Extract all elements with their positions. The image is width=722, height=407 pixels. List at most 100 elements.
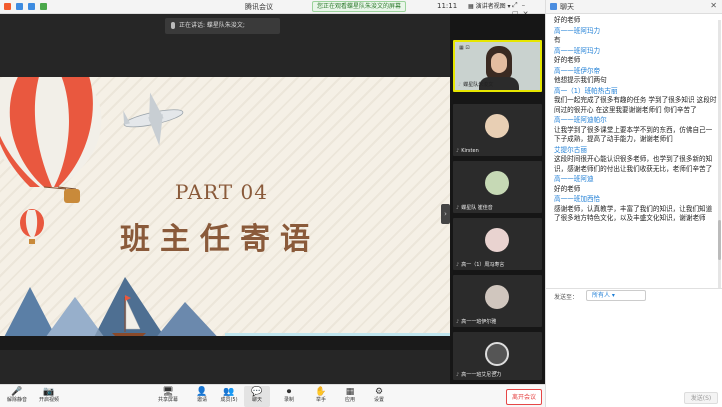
message-sender[interactable]: 高一（1）班帕热古丽 — [554, 87, 717, 97]
slide-title: 班主任寄语 — [120, 222, 320, 257]
meeting-toolbar: 🎤 解除静音 📷 开启视频 🖥 共享屏幕 👤 邀请 👥 成员(5) 💬 聊天 ⏺ 录制 ✋ 举手… — [0, 384, 545, 407]
screen-share-banner[interactable]: 您正在观看蝶星队朱浚文的屏幕 — [312, 1, 407, 12]
message-text: 好的老师 — [554, 56, 581, 64]
mountains-illustration — [0, 277, 225, 345]
chat-message: 好的老师 — [554, 16, 717, 26]
participant-name: 蝶星队朱浚文 — [458, 81, 493, 88]
chat-scrollbar-thumb[interactable] — [718, 220, 721, 260]
mic-icon — [171, 22, 175, 29]
participant-name: 蝶星队 崔佳音 — [456, 204, 493, 211]
chat-scrollbar[interactable] — [718, 20, 721, 288]
members-button[interactable]: 👥 成员(5) — [216, 386, 242, 407]
speaking-text: 正在讲话: 蝶星队朱浚文; — [179, 22, 245, 29]
apps-button[interactable]: ▦ 应用 — [337, 386, 363, 407]
message-text: 我们一起完成了很多有趣的任务 学到了很多知识 这段时间过的很开心 在这里我要谢谢… — [554, 96, 717, 114]
grid-icon[interactable]: ▦ — [459, 45, 464, 51]
record-icon: ⏺ — [286, 387, 292, 397]
send-button[interactable]: 发送(S) — [684, 392, 718, 404]
hot-air-balloon-large — [0, 77, 102, 203]
participant-tile[interactable]: 高一一班伊尔雅 — [453, 275, 542, 327]
share-bottom-strip — [0, 336, 450, 350]
participant-tile[interactable]: Kirsten — [453, 104, 542, 156]
chat-message: 高一一班阿迪 好的老师 — [554, 175, 717, 194]
chat-label: 聊天 — [251, 397, 262, 403]
avatar — [485, 285, 509, 309]
share-screen-button[interactable]: 🖥 共享屏幕 — [155, 386, 181, 407]
signal-icon — [40, 3, 47, 10]
chat-messages[interactable]: 好的老师 高一一班阿玛力有 高一一班阿玛力 好的老师 高一一班伊尔帝 他想提示我们两… — [546, 14, 722, 288]
camera-off-icon: 📷 — [43, 387, 55, 397]
message-sender[interactable]: 艾提尔古丽 — [554, 146, 717, 156]
members-icon: 👥 — [223, 387, 235, 397]
invite-label: 邀请 — [196, 397, 207, 403]
participant-name: 高一（1）周冯寿言 — [456, 261, 504, 268]
info-icon[interactable] — [16, 3, 23, 10]
message-sender[interactable]: 高一一班伊尔帝 — [554, 67, 717, 77]
message-sender[interactable]: 高一一班阿玛力 — [554, 47, 717, 57]
meeting-window: 腾讯会议 您正在观看蝶星队朱浚文的屏幕 11:11 ▦ 演讲者视图 ▾ ⤢–□✕… — [0, 0, 722, 407]
chat-message: 高一（1）班帕热古丽 我们一起完成了很多有趣的任务 学到了很多知识 这段时间过的很… — [554, 87, 717, 116]
avatar — [485, 342, 509, 366]
chat-message: 高一一班阿玛力有 — [554, 27, 717, 46]
participant-tile[interactable]: 高一（1）周冯寿言 — [453, 218, 542, 270]
shared-slide: PART 04 班主任寄语 — [0, 77, 450, 345]
tile-toolbar: ▦ ⊡ — [459, 45, 470, 51]
message-sender[interactable]: 高一一班阿迪 — [554, 175, 717, 185]
message-sender[interactable]: 高一一班阿迪帕尔 — [554, 116, 717, 126]
participant-tile[interactable]: 高一一班艾尼吾力 — [453, 332, 542, 380]
record-button[interactable]: ⏺ 录制 — [276, 386, 302, 407]
avatar — [485, 114, 509, 138]
message-text: 感谢老师，认真教学，丰富了我们的知识，让我们知道了很多地方特色文化，以及丰盛文化… — [554, 204, 713, 223]
participants-scroll-down-icon[interactable]: ▾ — [494, 369, 497, 376]
chat-input[interactable] — [552, 305, 716, 389]
unmute-label: 解除静音 — [6, 397, 27, 403]
chat-header: 聊天 ✕ — [546, 0, 722, 14]
shield-icon[interactable] — [28, 3, 35, 10]
participant-name: 高一一班伊尔雅 — [456, 318, 496, 325]
minimize-icon[interactable]: – — [522, 1, 530, 9]
participant-video-face — [491, 53, 507, 73]
view-mode-button[interactable]: ▦ 演讲者视图 ▾ — [468, 1, 511, 12]
raise-hand-button[interactable]: ✋ 举手 — [308, 386, 334, 407]
message-sender[interactable]: 高一一班阿玛力 — [554, 27, 717, 37]
chat-bubble-icon: 💬 — [251, 387, 263, 397]
settings-button[interactable]: ⚙ 设置 — [366, 386, 392, 407]
start-video-button[interactable]: 📷 开启视频 — [36, 386, 62, 407]
chat-message: 高一一班阿迪帕尔 让我学到了很多课堂上要本学不到的东西，仿佛自己一下子成熟，提高了… — [554, 116, 717, 145]
close-chat-icon[interactable]: ✕ — [710, 1, 717, 10]
hot-air-balloon-small — [20, 209, 44, 244]
send-target-row: 发送至： 所有人 ▾ — [546, 288, 722, 302]
participant-tile-active[interactable]: ▦ ⊡ 蝶星队朱浚文 — [453, 40, 542, 92]
send-to-label: 发送至： — [554, 294, 579, 301]
unmute-button[interactable]: 🎤 解除静音 — [4, 386, 30, 407]
message-text: 好的老师 — [554, 184, 581, 193]
slide-part-label: PART 04 — [175, 180, 268, 204]
chat-button[interactable]: 💬 聊天 — [244, 386, 270, 407]
participant-tile[interactable]: 蝶星队 崔佳音 — [453, 161, 542, 213]
collapse-participants-toggle[interactable]: › — [441, 204, 450, 224]
invite-button[interactable]: 👤 邀请 — [189, 386, 215, 407]
send-target-select[interactable]: 所有人 ▾ — [586, 290, 646, 301]
leave-meeting-button[interactable]: 离开会议 — [506, 389, 542, 405]
participant-list: ▦ ⊡ 蝶星队朱浚文 Kirsten 蝶星队 崔佳音 高一（1）周冯寿言 高一一… — [450, 14, 545, 384]
gear-icon: ⚙ — [374, 387, 384, 397]
pin-icon[interactable]: ⊡ — [465, 45, 469, 51]
fullscreen-icon[interactable]: ⤢ — [512, 1, 522, 9]
message-text: 这段时间很开心能认识很多老师，也学到了很多新的知识，感谢老师们的付出让我们收获无… — [554, 155, 713, 173]
send-target-value: 所有人 — [592, 292, 611, 299]
speaking-indicator: 正在讲话: 蝶星队朱浚文; — [165, 18, 280, 34]
chat-message: 高一一班伊尔帝 他想提示我们两句 — [554, 67, 717, 86]
apps-label: 应用 — [344, 397, 355, 403]
hand-icon: ✋ — [315, 387, 327, 397]
chat-message: 高一一班加西恰 感谢老师，认真教学，丰富了我们的知识，让我们知道了很多地方特色文化… — [554, 195, 717, 224]
meeting-clock: 11:11 — [437, 2, 458, 10]
share-screen-icon: 🖥 — [162, 387, 174, 397]
participant-name: Kirsten — [456, 148, 479, 154]
message-sender[interactable]: 高一一班加西恰 — [554, 195, 717, 205]
members-label: 成员(5) — [220, 397, 238, 403]
mic-off-icon: 🎤 — [11, 387, 23, 397]
message-text: 他想提示我们两句 — [554, 76, 607, 84]
message-text: 有 — [554, 36, 561, 44]
shared-screen-area: 正在讲话: 蝶星队朱浚文; PART 04 班主任寄语 › — [0, 14, 450, 384]
message-text: 好的老师 — [554, 16, 581, 24]
